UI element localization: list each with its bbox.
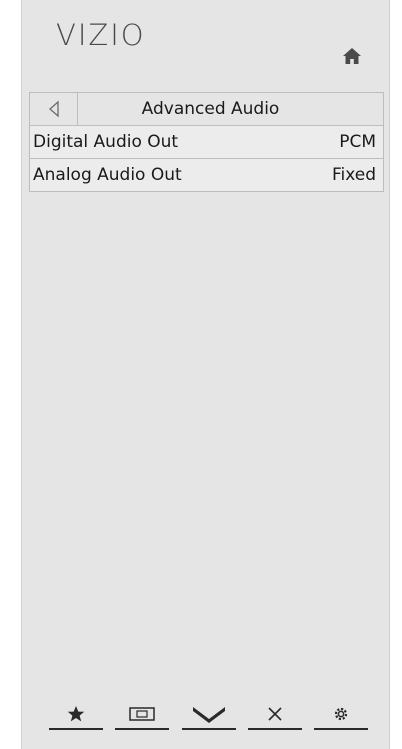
- menu-item-value: Fixed: [331, 165, 376, 185]
- widescreen-icon: [129, 707, 155, 721]
- menu-item-analog-audio-out[interactable]: Analog Audio Out Fixed: [29, 159, 384, 192]
- menu-title: Advanced Audio: [141, 99, 280, 119]
- bottom-nav-bar: [49, 700, 368, 730]
- wide-button[interactable]: [115, 700, 170, 730]
- vizio-v-icon: [192, 707, 225, 723]
- menu-item-label: Digital Audio Out: [33, 132, 179, 152]
- vizio-logo: VIZIO: [56, 18, 146, 52]
- star-icon: [67, 706, 85, 722]
- tv-menu-panel: VIZIO Advanced Audio Digital Audio Out P…: [21, 0, 390, 749]
- menu-header: Advanced Audio: [29, 92, 384, 126]
- back-arrow-icon: [48, 100, 59, 118]
- vizio-button[interactable]: [181, 700, 236, 730]
- exit-button[interactable]: [247, 700, 302, 730]
- menu-item-value: PCM: [339, 132, 376, 152]
- menu-item-digital-audio-out[interactable]: Digital Audio Out PCM: [29, 126, 384, 159]
- home-icon[interactable]: [342, 46, 362, 66]
- advanced-audio-menu: Advanced Audio Digital Audio Out PCM Ana…: [29, 92, 384, 192]
- settings-button[interactable]: [314, 700, 368, 730]
- gear-icon: [334, 707, 348, 721]
- back-button[interactable]: [30, 93, 78, 125]
- menu-item-label: Analog Audio Out: [33, 165, 182, 185]
- close-icon: [268, 707, 282, 721]
- favorites-button[interactable]: [49, 700, 103, 730]
